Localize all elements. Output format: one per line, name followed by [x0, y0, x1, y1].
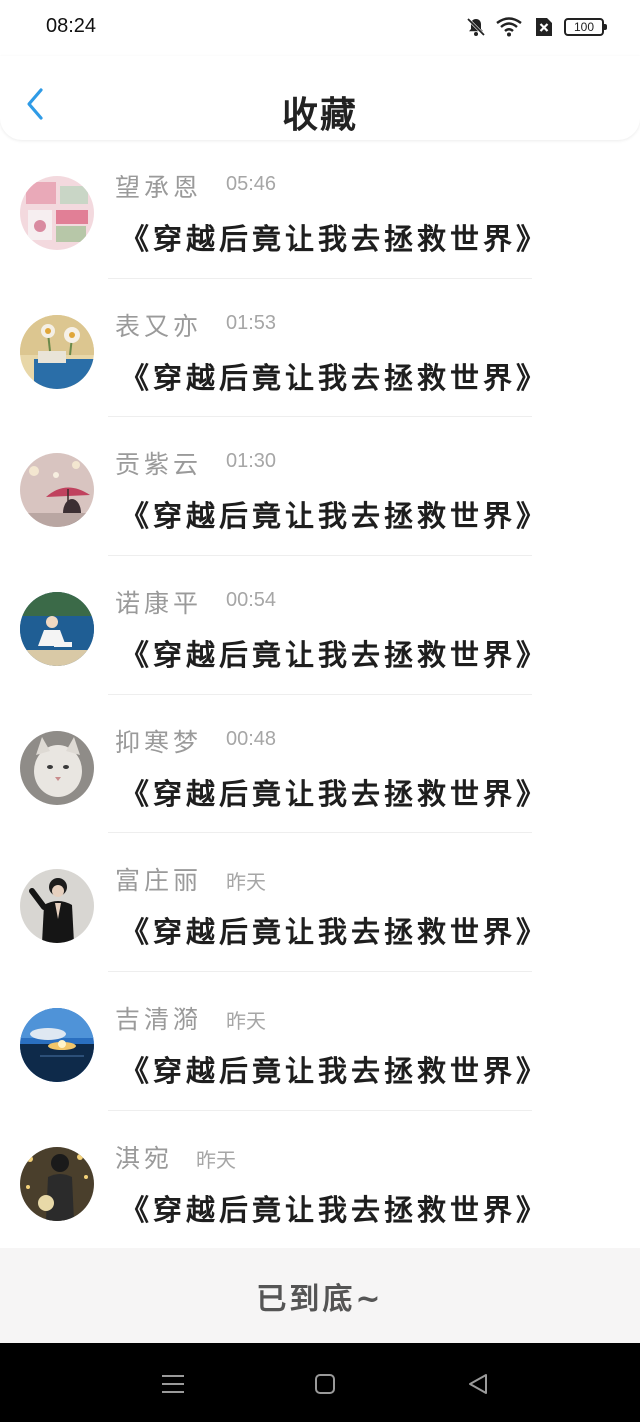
list-item[interactable]: 富庄丽 昨天 《穿越后竟让我去拯救世界》	[0, 833, 640, 973]
avatar[interactable]	[20, 869, 94, 944]
list-item[interactable]: 抑寒梦 00:48 《穿越后竟让我去拯救世界》	[0, 695, 640, 834]
list-item[interactable]: 淇宛 昨天 《穿越后竟让我去拯救世界》	[0, 1111, 640, 1250]
avatar[interactable]	[20, 314, 94, 389]
message-preview: 《穿越后竟让我去拯救世界》	[120, 1054, 550, 1089]
message-preview: 《穿越后竟让我去拯救世界》	[120, 915, 550, 950]
wifi-icon	[496, 17, 522, 37]
list-item[interactable]: 贡紫云 01:30 《穿越后竟让我去拯救世界》	[0, 417, 640, 557]
menu-icon	[162, 1375, 184, 1393]
contact-name: 吉清漪	[115, 1005, 203, 1035]
avatar[interactable]	[20, 176, 94, 250]
avatar[interactable]	[20, 453, 94, 528]
message-preview: 《穿越后竟让我去拯救世界》	[120, 499, 550, 534]
avatar[interactable]	[20, 1146, 94, 1221]
battery-icon: 100	[564, 18, 607, 36]
back-nav-button[interactable]	[463, 1369, 493, 1399]
timestamp: 昨天	[226, 1011, 266, 1034]
home-button[interactable]	[310, 1369, 340, 1399]
favorites-list: 望承恩 05:46 《穿越后竟让我去拯救世界》 表又亦 01:53 《穿越后竟让…	[0, 140, 640, 1250]
timestamp: 昨天	[196, 1149, 236, 1172]
back-triangle-icon	[469, 1374, 487, 1394]
end-of-list-indicator: 已到底~	[0, 1248, 640, 1343]
avatar[interactable]	[20, 592, 94, 667]
menu-button[interactable]	[158, 1369, 188, 1399]
list-item[interactable]: 吉清漪 昨天 《穿越后竟让我去拯救世界》	[0, 972, 640, 1111]
avatar[interactable]	[20, 1008, 94, 1083]
status-time: 08:24	[46, 15, 97, 37]
timestamp: 01:30	[226, 450, 277, 473]
home-square-icon	[315, 1374, 335, 1394]
contact-name: 表又亦	[115, 311, 203, 341]
message-preview: 《穿越后竟让我去拯救世界》	[120, 1192, 550, 1227]
contact-name: 淇宛	[115, 1143, 174, 1173]
contact-name: 抑寒梦	[115, 727, 203, 757]
timestamp: 01:53	[226, 311, 277, 334]
status-bar: 08:24 100	[0, 0, 640, 56]
timestamp: 05:46	[226, 173, 277, 195]
timestamp: 昨天	[226, 872, 266, 895]
navigation-bar	[0, 1343, 640, 1422]
timestamp: 00:54	[226, 589, 277, 612]
header: 收藏	[0, 56, 640, 140]
status-icons: 100	[466, 17, 607, 37]
contact-name: 诺康平	[115, 589, 203, 619]
avatar[interactable]	[20, 730, 94, 805]
page-title: 收藏	[281, 95, 358, 136]
contact-name: 望承恩	[115, 173, 203, 202]
list-item[interactable]: 望承恩 05:46 《穿越后竟让我去拯救世界》	[0, 140, 640, 279]
list-item[interactable]: 表又亦 01:53 《穿越后竟让我去拯救世界》	[0, 279, 640, 418]
sim-off-icon	[532, 17, 554, 37]
contact-name: 贡紫云	[115, 450, 203, 480]
timestamp: 00:48	[226, 727, 277, 750]
message-preview: 《穿越后竟让我去拯救世界》	[120, 222, 550, 256]
message-preview: 《穿越后竟让我去拯救世界》	[120, 776, 550, 811]
message-preview: 《穿越后竟让我去拯救世界》	[120, 360, 550, 395]
contact-name: 富庄丽	[115, 866, 203, 896]
message-preview: 《穿越后竟让我去拯救世界》	[120, 638, 550, 673]
mute-bell-icon	[466, 17, 486, 37]
list-item[interactable]: 诺康平 00:54 《穿越后竟让我去拯救世界》	[0, 556, 640, 695]
